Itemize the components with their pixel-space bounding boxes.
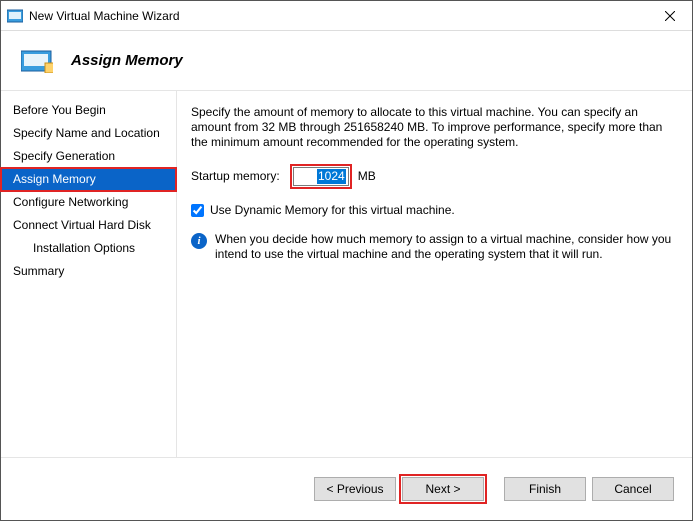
cancel-button[interactable]: Cancel bbox=[592, 477, 674, 501]
page-title: Assign Memory bbox=[71, 52, 183, 69]
step-installation-options[interactable]: Installation Options bbox=[1, 237, 176, 260]
step-connect-vhd[interactable]: Connect Virtual Hard Disk bbox=[1, 214, 176, 237]
app-icon bbox=[7, 8, 23, 24]
close-button[interactable] bbox=[647, 1, 692, 31]
dynamic-memory-label: Use Dynamic Memory for this virtual mach… bbox=[210, 203, 455, 218]
titlebar: New Virtual Machine Wizard bbox=[1, 1, 692, 31]
wizard-header: Assign Memory bbox=[1, 31, 692, 91]
info-text: When you decide how much memory to assig… bbox=[215, 232, 672, 262]
previous-button[interactable]: < Previous bbox=[314, 477, 396, 501]
step-specify-name[interactable]: Specify Name and Location bbox=[1, 122, 176, 145]
wizard-footer: < Previous Next > Finish Cancel bbox=[1, 457, 692, 519]
step-before-you-begin[interactable]: Before You Begin bbox=[1, 99, 176, 122]
startup-memory-label: Startup memory: bbox=[191, 169, 280, 184]
startup-memory-value: 1024 bbox=[317, 169, 346, 184]
wizard-icon bbox=[21, 49, 53, 73]
info-icon: i bbox=[191, 233, 207, 249]
description-text: Specify the amount of memory to allocate… bbox=[191, 105, 672, 150]
step-configure-networking[interactable]: Configure Networking bbox=[1, 191, 176, 214]
step-specify-generation[interactable]: Specify Generation bbox=[1, 145, 176, 168]
window-title: New Virtual Machine Wizard bbox=[29, 9, 647, 23]
startup-memory-highlight: 1024 bbox=[290, 164, 352, 189]
step-summary[interactable]: Summary bbox=[1, 260, 176, 283]
finish-button[interactable]: Finish bbox=[504, 477, 586, 501]
next-button[interactable]: Next > bbox=[402, 477, 484, 501]
dynamic-memory-checkbox[interactable] bbox=[191, 204, 204, 217]
step-assign-memory[interactable]: Assign Memory bbox=[1, 168, 176, 191]
wizard-content: Specify the amount of memory to allocate… bbox=[177, 91, 692, 457]
startup-memory-unit: MB bbox=[358, 169, 376, 184]
wizard-steps-sidebar: Before You Begin Specify Name and Locati… bbox=[1, 91, 177, 457]
